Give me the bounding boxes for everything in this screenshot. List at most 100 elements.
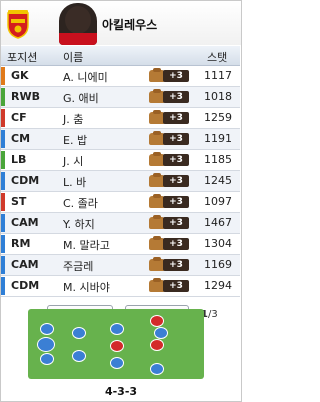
- position-color-bar: [1, 130, 5, 148]
- position-color-bar: [1, 193, 5, 211]
- row-player-name: E. 밥: [63, 134, 88, 147]
- formation-pitch: [28, 309, 204, 379]
- position-color-bar: [1, 88, 5, 106]
- table-row[interactable]: GK A. 니에미 +3 1117: [1, 66, 240, 87]
- table-row[interactable]: ST C. 졸라 +3 1097: [1, 192, 240, 213]
- upgrade-badge: +3: [149, 278, 191, 292]
- row-stat: 1018: [204, 90, 232, 103]
- row-stat: 1097: [204, 195, 232, 208]
- row-player-name: A. 니에미: [63, 71, 108, 84]
- upgrade-badge: +3: [149, 110, 191, 124]
- row-player-name: M. 시바야: [63, 281, 110, 294]
- upgrade-level: +3: [163, 280, 189, 292]
- position-color-bar: [1, 235, 5, 253]
- player-portrait: [59, 3, 97, 45]
- position-color-bar: [1, 214, 5, 232]
- row-stat: 1117: [204, 69, 232, 82]
- upgrade-level: +3: [163, 259, 189, 271]
- upgrade-badge: +3: [149, 215, 191, 229]
- row-stat: 1467: [204, 216, 232, 229]
- table-row[interactable]: CAM Y. 하지 +3 1467: [1, 213, 240, 234]
- row-position: CF: [11, 111, 27, 124]
- upgrade-level: +3: [163, 154, 189, 166]
- player-dot: [154, 327, 168, 339]
- player-dot: [110, 340, 124, 352]
- player-dot: [150, 315, 164, 327]
- upgrade-level: +3: [163, 91, 189, 103]
- row-stat: 1191: [204, 132, 232, 145]
- upgrade-badge: +3: [149, 152, 191, 166]
- player-dot: [40, 323, 54, 335]
- column-header-position: 포지션: [7, 51, 38, 64]
- upgrade-level: +3: [163, 238, 189, 250]
- table-row[interactable]: RM M. 말라고 +3 1304: [1, 234, 240, 255]
- upgrade-level: +3: [163, 133, 189, 145]
- row-position: RWB: [11, 90, 40, 103]
- player-dot: [72, 327, 86, 339]
- player-dot: [37, 337, 55, 352]
- row-position: CAM: [11, 216, 39, 229]
- table-row[interactable]: LB J. 시 +3 1185: [1, 150, 240, 171]
- row-stat: 1185: [204, 153, 232, 166]
- table-row[interactable]: CF J. 춤 +3 1259: [1, 108, 240, 129]
- row-player-name: 주금레: [63, 260, 94, 273]
- row-position: LB: [11, 153, 27, 166]
- player-name: 아킬레우스: [102, 18, 158, 32]
- table-row[interactable]: CDM L. 바 +3 1245: [1, 171, 240, 192]
- total-pages: /3: [207, 309, 218, 320]
- upgrade-badge: +3: [149, 236, 191, 250]
- row-stat: 1245: [204, 174, 232, 187]
- player-list: GK A. 니에미 +3 1117 RWB G. 애비 +3 1018 CF J. 춤 +3 1259…: [1, 66, 240, 297]
- position-color-bar: [1, 109, 5, 127]
- upgrade-level: +3: [163, 217, 189, 229]
- row-player-name: L. 바: [63, 176, 87, 189]
- upgrade-level: +3: [163, 112, 189, 124]
- row-player-name: J. 시: [63, 155, 84, 168]
- row-stat: 1294: [204, 279, 232, 292]
- position-color-bar: [1, 67, 5, 85]
- table-row[interactable]: CAM 주금레 +3 1169: [1, 255, 240, 276]
- player-dot: [110, 323, 124, 335]
- row-player-name: G. 애비: [63, 92, 99, 105]
- row-stat: 1304: [204, 237, 232, 250]
- row-position: CDM: [11, 174, 40, 187]
- table-header: 포지션 이름 스탯: [1, 46, 240, 66]
- upgrade-level: +3: [163, 196, 189, 208]
- table-row[interactable]: RWB G. 애비 +3 1018: [1, 87, 240, 108]
- row-position: RM: [11, 237, 31, 250]
- row-stat: 1169: [204, 258, 232, 271]
- player-dot: [150, 363, 164, 375]
- column-header-name: 이름: [63, 51, 84, 64]
- upgrade-badge: +3: [149, 257, 191, 271]
- upgrade-badge: +3: [149, 89, 191, 103]
- position-color-bar: [1, 172, 5, 190]
- upgrade-badge: +3: [149, 68, 191, 82]
- row-position: GK: [11, 69, 29, 82]
- row-position: ST: [11, 195, 27, 208]
- upgrade-badge: +3: [149, 131, 191, 145]
- upgrade-level: +3: [163, 70, 189, 82]
- row-position: CDM: [11, 279, 40, 292]
- row-player-name: M. 말라고: [63, 239, 110, 252]
- position-color-bar: [1, 256, 5, 274]
- upgrade-level: +3: [163, 175, 189, 187]
- row-stat: 1259: [204, 111, 232, 124]
- player-dot: [110, 357, 124, 369]
- upgrade-badge: +3: [149, 194, 191, 208]
- row-player-name: J. 춤: [63, 113, 84, 126]
- row-position: CM: [11, 132, 31, 145]
- column-header-stat: 스탯: [207, 51, 228, 64]
- row-player-name: Y. 하지: [63, 218, 95, 231]
- position-color-bar: [1, 277, 5, 295]
- table-row[interactable]: CM E. 밥 +3 1191: [1, 129, 240, 150]
- player-dot: [150, 339, 164, 351]
- player-dot: [40, 353, 54, 365]
- formation-label: 4-3-3: [104, 385, 138, 398]
- table-row[interactable]: CDM M. 시바야 +3 1294: [1, 276, 240, 297]
- row-position: CAM: [11, 258, 39, 271]
- player-dot: [72, 350, 86, 362]
- position-color-bar: [1, 151, 5, 169]
- row-player-name: C. 졸라: [63, 197, 98, 210]
- player-header: 아킬레우스: [1, 1, 241, 45]
- upgrade-badge: +3: [149, 173, 191, 187]
